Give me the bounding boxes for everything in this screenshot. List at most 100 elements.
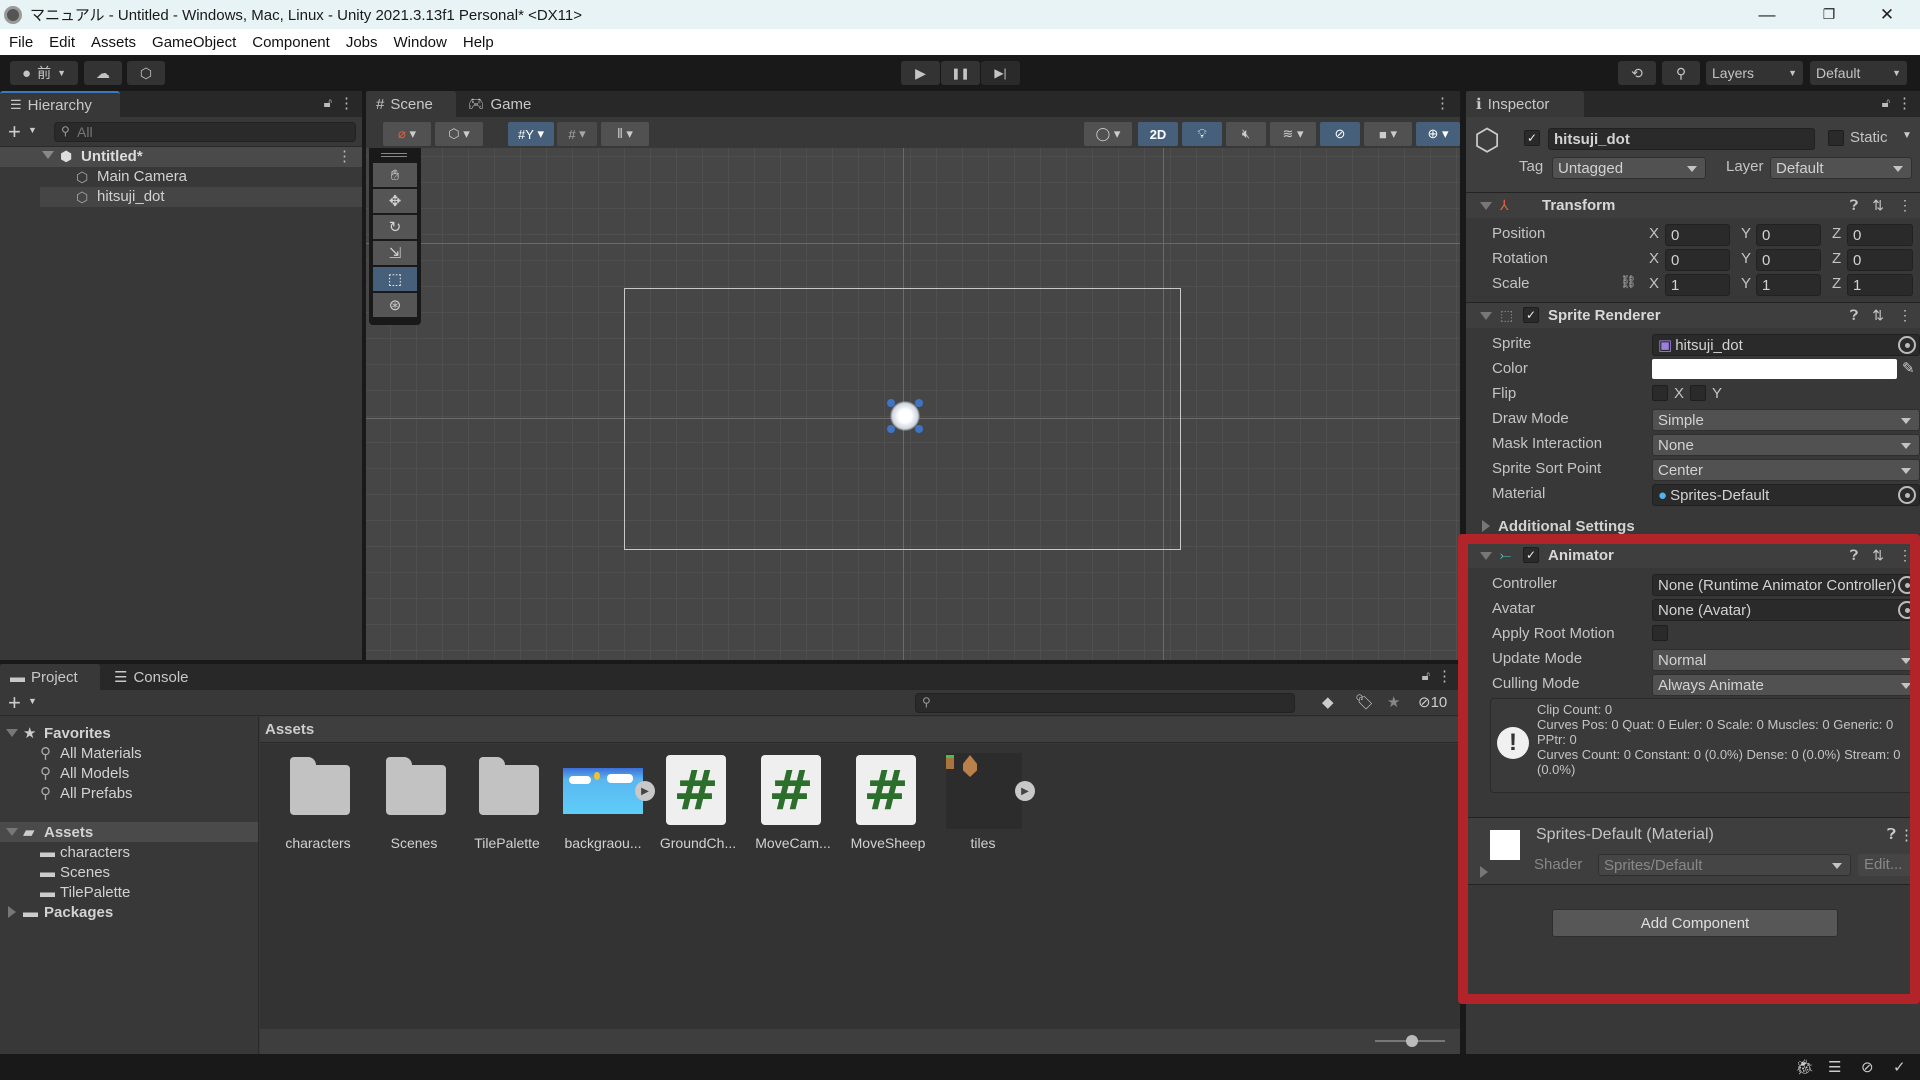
network-icon[interactable]: ⊘	[1861, 1058, 1874, 1076]
rotation-y-input[interactable]: 0	[1756, 249, 1821, 271]
draw-mode-dropdown[interactable]: ◯ ▾	[1084, 122, 1132, 146]
minimize-button[interactable]: —	[1744, 0, 1790, 29]
chevron-down-icon[interactable]: ▼	[28, 696, 37, 706]
gizmos-dropdown[interactable]: ⊕ ▾	[1416, 122, 1460, 146]
object-picker-icon[interactable]	[1898, 336, 1916, 354]
lock-icon[interactable]: 🔓︎	[1882, 95, 1890, 111]
search-by-type-icon[interactable]: ◆	[1322, 693, 1334, 711]
scale-tool-button[interactable]: ⇲	[373, 241, 417, 265]
menu-component[interactable]: Component	[244, 34, 338, 51]
create-button[interactable]: +	[8, 690, 21, 716]
menu-window[interactable]: Window	[386, 34, 455, 51]
position-y-input[interactable]: 0	[1756, 224, 1821, 246]
drag-handle-icon[interactable]	[381, 153, 407, 157]
pivot-rotation-dropdown[interactable]: ⬡ ▾	[435, 122, 483, 146]
folder-item[interactable]: ▬ TilePalette	[0, 882, 258, 902]
flip-y-checkbox[interactable]	[1690, 385, 1706, 401]
create-button[interactable]: +	[8, 119, 21, 145]
scene-menu-icon[interactable]: ⋮	[337, 147, 352, 165]
menu-help[interactable]: Help	[455, 34, 502, 51]
play-button[interactable]: ▶	[901, 61, 940, 85]
collapse-arrow-icon[interactable]	[1480, 552, 1492, 560]
object-picker-icon[interactable]	[1898, 486, 1916, 504]
sprite-renderer-enabled-checkbox[interactable]: ✓	[1523, 307, 1539, 323]
snap-toggle[interactable]: # ▾	[557, 122, 597, 146]
grid-toggle[interactable]: #Y ▾	[508, 122, 554, 146]
material-object-field[interactable]: ● Sprites-Default	[1652, 484, 1920, 506]
apply-root-motion-checkbox[interactable]	[1652, 625, 1668, 641]
hand-tool-button[interactable]: ✋︎	[373, 163, 417, 187]
culling-mode-dropdown[interactable]: Always Animate	[1652, 674, 1920, 696]
more-options-icon[interactable]: ⋮	[1898, 197, 1912, 214]
scale-x-input[interactable]: 1	[1665, 274, 1730, 296]
position-x-input[interactable]: 0	[1665, 224, 1730, 246]
expand-arrow-icon[interactable]	[1480, 866, 1488, 878]
rect-handle[interactable]	[915, 399, 923, 407]
more-options-icon[interactable]: ⋮	[1898, 547, 1912, 564]
help-icon[interactable]: ❓︎	[1850, 307, 1858, 324]
rotation-x-input[interactable]: 0	[1665, 249, 1730, 271]
rect-handle[interactable]	[887, 399, 895, 407]
menu-edit[interactable]: Edit	[41, 34, 83, 51]
folder-item[interactable]: ▬ Scenes	[0, 862, 258, 882]
scale-y-input[interactable]: 1	[1756, 274, 1821, 296]
transform-tool-button[interactable]: ⊛	[373, 293, 417, 317]
expand-arrow-icon[interactable]	[1482, 520, 1490, 532]
auto-generate-lighting-icon[interactable]: ✓	[1893, 1058, 1906, 1076]
object-picker-icon[interactable]	[1898, 576, 1916, 594]
cloud-button[interactable]: ☁	[84, 61, 122, 85]
controller-object-field[interactable]: None (Runtime Animator Controller)	[1652, 574, 1920, 596]
toggle-2d-button[interactable]: 2D	[1138, 122, 1178, 146]
layout-dropdown[interactable]: Default ▼	[1810, 61, 1907, 85]
transform-header[interactable]: ⅄ Transform ❓︎ ⇅ ⋮	[1466, 192, 1920, 218]
search-by-label-icon[interactable]: 🏷︎	[1355, 693, 1374, 711]
more-options-icon[interactable]: ⋮	[1897, 94, 1912, 112]
additional-settings-foldout[interactable]: Additional Settings	[1466, 516, 1920, 536]
restore-button[interactable]: ❐	[1806, 0, 1852, 29]
edit-shader-button[interactable]: Edit...	[1858, 854, 1914, 876]
favorite-item[interactable]: ⚲ All Models	[0, 763, 258, 783]
rect-tool-button[interactable]: ⬚	[373, 267, 417, 291]
undo-history-button[interactable]: ⟲	[1618, 61, 1656, 85]
tab-game[interactable]: 🎮︎ Game	[458, 91, 538, 117]
presets-icon[interactable]: ⇅	[1872, 197, 1884, 214]
packages-row[interactable]: ▬ Packages	[0, 902, 258, 922]
tag-dropdown[interactable]: Untagged	[1552, 157, 1706, 179]
layers-dropdown[interactable]: Layers ▼	[1706, 61, 1803, 85]
move-tool-button[interactable]: ✥	[373, 189, 417, 213]
more-options-icon[interactable]: ⋮	[339, 94, 354, 112]
more-options-icon[interactable]: ⋮	[1435, 94, 1450, 112]
presets-icon[interactable]: ⇅	[1872, 307, 1884, 324]
animator-enabled-checkbox[interactable]: ✓	[1523, 547, 1539, 563]
hidden-packages-toggle[interactable]: ⊘10	[1418, 693, 1447, 711]
effects-dropdown[interactable]: ≋ ▾	[1270, 122, 1316, 146]
more-options-icon[interactable]: ⋮	[1898, 307, 1912, 324]
assets-root-row[interactable]: ▰ Assets	[0, 822, 258, 842]
lock-icon[interactable]: 🔓︎	[324, 95, 332, 111]
more-options-icon[interactable]: ⋮	[1899, 826, 1914, 844]
sprite-renderer-header[interactable]: ⬚ ✓ Sprite Renderer ❓︎ ⇅ ⋮	[1466, 302, 1920, 328]
update-mode-dropdown[interactable]: Normal	[1652, 649, 1920, 671]
static-dropdown-icon[interactable]: ▼	[1902, 130, 1912, 141]
presets-icon[interactable]: ⇅	[1872, 547, 1884, 564]
favorite-star-icon[interactable]: ★	[1387, 693, 1400, 711]
camera-dropdown[interactable]: ■ ▾	[1364, 122, 1412, 146]
more-options-icon[interactable]: ⋮	[1437, 667, 1452, 685]
pause-button[interactable]: ❚❚	[941, 61, 980, 85]
icon-size-slider-thumb[interactable]	[1406, 1035, 1418, 1047]
lock-icon[interactable]: 🔓︎	[1422, 668, 1430, 684]
step-button[interactable]: ▶|	[981, 61, 1020, 85]
help-icon[interactable]: ❓︎	[1887, 826, 1896, 843]
expand-arrow-icon[interactable]	[42, 151, 54, 159]
scale-z-input[interactable]: 1	[1847, 274, 1913, 296]
sprite-sort-point-dropdown[interactable]: Center	[1652, 459, 1920, 481]
help-icon[interactable]: ❓︎	[1850, 197, 1858, 214]
increment-snap-dropdown[interactable]: ⦀ ▾	[601, 122, 649, 146]
menu-file[interactable]: File	[0, 34, 41, 51]
tab-console[interactable]: ☰ Console	[104, 664, 204, 690]
add-component-button[interactable]: Add Component	[1552, 909, 1838, 937]
folder-item[interactable]: ▬ characters	[0, 842, 258, 862]
rotate-tool-button[interactable]: ↻	[373, 215, 417, 239]
tab-inspector[interactable]: ℹ Inspector	[1466, 91, 1584, 117]
scene-viewport[interactable]: ✋︎ ✥ ↻ ⇲ ⬚ ⊛	[366, 148, 1460, 660]
